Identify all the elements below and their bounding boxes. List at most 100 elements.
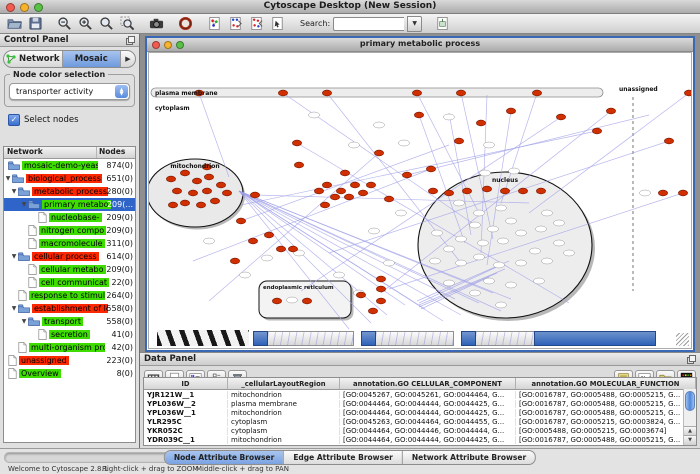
search-input[interactable] [333, 17, 404, 31]
network-node[interactable] [188, 190, 197, 196]
tree-row-transport[interactable]: ▼transport558(0) [4, 315, 135, 328]
network-node[interactable] [196, 202, 205, 208]
network-node[interactable] [444, 190, 453, 196]
network-file-button[interactable] [204, 15, 224, 33]
network-node[interactable] [236, 218, 245, 224]
tree-row-multi-organism-pro[interactable]: multi-organism pro42(0) [4, 341, 135, 354]
network-node[interactable] [336, 188, 345, 194]
network-node[interactable] [506, 108, 515, 114]
scroll-down-icon[interactable]: ▼ [684, 435, 696, 445]
network-node[interactable] [230, 258, 239, 264]
network-node[interactable] [322, 90, 331, 96]
zoom-selected-button[interactable] [117, 15, 137, 33]
column-header[interactable]: annotation.GO MOLECULAR_FUNCTION [516, 378, 696, 389]
network-node[interactable] [288, 246, 297, 252]
tree-row-primary-metabo[interactable]: ▼primary metabo209(... [4, 198, 135, 211]
network-node[interactable] [556, 114, 565, 120]
network-node[interactable] [476, 120, 485, 126]
network-node[interactable] [202, 188, 211, 194]
network-node[interactable] [678, 190, 687, 196]
network-node[interactable] [482, 186, 491, 192]
network-node[interactable] [350, 182, 359, 188]
minimized-window-titlebar[interactable] [534, 331, 656, 346]
table-row[interactable]: YKR052Ccytoplasm[GO:0044464, GO:0044446,… [144, 427, 696, 436]
expander-icon[interactable]: ▼ [10, 253, 18, 260]
tab-edge-attribute-browser[interactable]: Edge Attribute Browser [284, 451, 403, 464]
network-node[interactable] [166, 176, 175, 182]
network-node[interactable] [248, 238, 257, 244]
table-row[interactable]: YJR121W__1mitochondrion[GO:0045267, GO:0… [144, 390, 696, 399]
network-node[interactable] [322, 182, 331, 188]
network-view-window[interactable]: primary metabolic process plasma membran… [145, 36, 695, 352]
minimized-window-fragment[interactable] [461, 331, 536, 346]
network-node[interactable] [168, 202, 177, 208]
network-node[interactable] [340, 170, 349, 176]
network-node[interactable] [264, 232, 273, 238]
tree-row-cellular-metabo[interactable]: cellular metabo209(0) [4, 263, 135, 276]
network-node[interactable] [412, 90, 421, 96]
network-node[interactable] [356, 292, 365, 298]
network-node[interactable] [192, 178, 201, 184]
network-node[interactable] [414, 112, 423, 118]
network-node[interactable] [456, 90, 465, 96]
network-node[interactable] [320, 202, 329, 208]
tab-node-attribute-browser[interactable]: Node Attribute Browser [165, 451, 284, 464]
network-node[interactable] [366, 182, 375, 188]
minimized-window-thumbnail[interactable] [157, 330, 249, 346]
expander-icon[interactable]: ▼ [4, 175, 12, 182]
network-canvas[interactable]: plasma membranecytoplasmmitochondrionnuc… [148, 52, 692, 349]
network-node[interactable] [278, 90, 287, 96]
table-row[interactable]: YDR039C__1mitochondrion[GO:0044464, GO:0… [144, 436, 696, 445]
network-node[interactable] [210, 198, 219, 204]
tab-network[interactable]: Network [4, 51, 63, 67]
float-panel-icon[interactable] [126, 36, 135, 45]
network-node[interactable] [180, 200, 189, 206]
save-session-button[interactable] [25, 15, 45, 33]
network-node[interactable] [500, 188, 509, 194]
open-session-button[interactable] [4, 15, 24, 33]
copy-layout-up-button[interactable] [246, 15, 266, 33]
table-row[interactable]: YPL036W__2plasma membrane[GO:0044464, GO… [144, 399, 696, 408]
tree-row-biological-process[interactable]: ▼biological_process651(0) [4, 172, 135, 185]
tree-row-macromolecule[interactable]: macromolecule311(0) [4, 237, 135, 250]
snapshot-camera-button[interactable] [146, 15, 166, 33]
network-node[interactable] [376, 286, 385, 292]
network-node[interactable] [658, 190, 667, 196]
expander-icon[interactable]: ▼ [20, 318, 28, 325]
copy-layout-down-button[interactable] [225, 15, 245, 33]
tree-row-metabolic-process[interactable]: ▼metabolic process280(0) [4, 185, 135, 198]
network-node[interactable] [384, 196, 393, 202]
network-node[interactable] [172, 188, 181, 194]
network-node[interactable] [536, 188, 545, 194]
network-node[interactable] [314, 188, 323, 194]
table-row[interactable]: YLR295Ccytoplasm[GO:0045263, GO:0044464,… [144, 418, 696, 427]
column-header[interactable]: ID [144, 378, 228, 389]
network-node[interactable] [462, 188, 471, 194]
select-nodes-checkbox[interactable]: ✓ [8, 114, 20, 126]
scrollbar-thumb[interactable] [685, 391, 695, 411]
table-scrollbar[interactable]: ▲ ▼ [683, 389, 696, 445]
network-node[interactable] [302, 298, 311, 304]
help-lifering-button[interactable] [175, 15, 195, 33]
network-node[interactable] [426, 166, 435, 172]
column-header[interactable]: annotation.GO CELLULAR_COMPONENT [340, 378, 516, 389]
network-node[interactable] [180, 170, 189, 176]
network-node[interactable] [376, 276, 385, 282]
minimized-window-fragment[interactable] [361, 331, 454, 346]
network-node[interactable] [294, 162, 303, 168]
network-node[interactable] [272, 298, 281, 304]
network-node[interactable] [204, 174, 213, 180]
network-node[interactable] [358, 190, 367, 196]
expander-icon[interactable]: ▼ [10, 305, 18, 312]
expander-icon[interactable]: ▼ [10, 188, 18, 195]
tab-network-attribute-browser[interactable]: Network Attribute Browser [403, 451, 535, 464]
tree-row-cellular-process[interactable]: ▼cellular process614(0) [4, 250, 135, 263]
network-node[interactable] [216, 182, 225, 188]
node-color-dropdown[interactable]: transporter activity ▲▼ [9, 83, 130, 100]
network-node[interactable] [454, 138, 463, 144]
network-node[interactable] [684, 90, 692, 96]
network-node[interactable] [518, 188, 527, 194]
tree-row-establishment-of-lo[interactable]: ▼establishment of lo558(0) [4, 302, 135, 315]
network-node[interactable] [222, 190, 231, 196]
tree-row-secretion[interactable]: secretion41(0) [4, 328, 135, 341]
